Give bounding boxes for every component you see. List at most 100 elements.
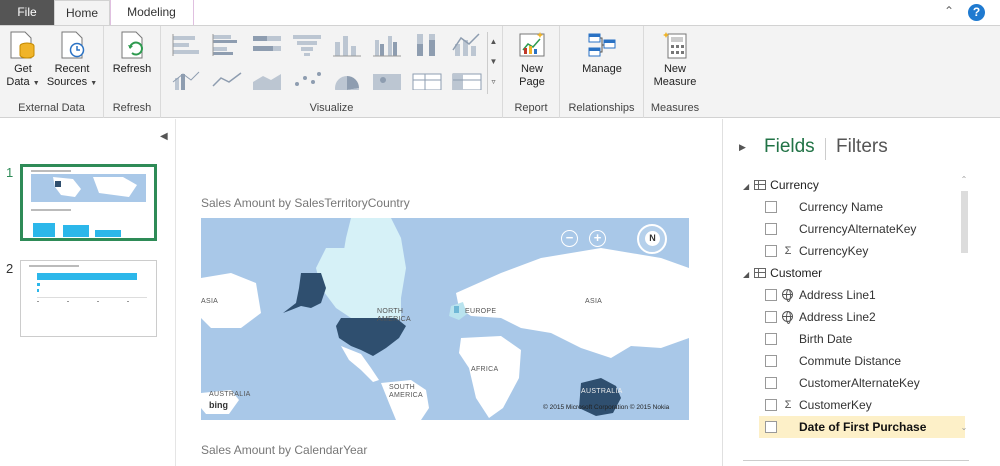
bing-logo: bing xyxy=(209,400,228,410)
field-currency-alternate-key[interactable]: CurrencyAlternateKey xyxy=(759,218,965,240)
dropdown-arrow-icon: ▼ xyxy=(90,80,98,87)
pie-chart-icon[interactable] xyxy=(329,70,365,90)
refresh-button[interactable]: Refresh xyxy=(109,30,155,76)
table-customer[interactable]: ◢ Customer xyxy=(743,262,822,284)
matrix-icon[interactable] xyxy=(449,70,485,90)
100-stacked-bar-chart-icon[interactable] xyxy=(249,32,285,58)
refresh-icon xyxy=(121,31,143,59)
line-and-column-chart-icon[interactable] xyxy=(449,32,485,58)
recent-sources-icon xyxy=(61,31,85,59)
database-icon xyxy=(10,31,35,59)
page-2-preview xyxy=(29,265,147,302)
collapse-pages-icon[interactable]: ◀ xyxy=(160,131,168,142)
funnel-chart-icon[interactable] xyxy=(289,32,325,58)
scatter-chart-icon[interactable] xyxy=(289,70,325,90)
field-label: Address Line1 xyxy=(799,288,876,302)
field-address-line2[interactable]: Address Line2 xyxy=(759,306,965,328)
tab-separator xyxy=(825,138,826,160)
field-checkbox[interactable] xyxy=(765,421,777,433)
help-icon[interactable]: ? xyxy=(968,4,985,21)
map-label-asia-left: ASIA xyxy=(201,298,219,305)
clustered-bar-chart-icon[interactable] xyxy=(209,32,245,58)
scroll-thumb[interactable] xyxy=(961,191,968,253)
map-icon[interactable] xyxy=(369,70,405,90)
tab-home[interactable]: Home xyxy=(54,0,110,26)
compass-icon[interactable]: N xyxy=(637,224,667,254)
sigma-icon: Σ xyxy=(784,399,792,411)
field-checkbox[interactable] xyxy=(765,355,777,367)
field-checkbox[interactable] xyxy=(765,399,777,411)
collapse-triangle-icon[interactable]: ◢ xyxy=(743,270,749,279)
map-copyright: © 2015 Microsoft Corporation © 2015 Noki… xyxy=(543,404,670,411)
compass-north-label: N xyxy=(645,231,660,246)
line-clustered-column-icon[interactable] xyxy=(169,70,205,90)
table-name: Customer xyxy=(770,266,823,280)
new-page-button[interactable]: New Page xyxy=(511,30,553,89)
map-label-africa: AFRICA xyxy=(471,366,499,373)
scroll-down-icon[interactable]: ⌄ xyxy=(959,423,969,432)
fields-scrollbar[interactable]: ⌃ ⌄ xyxy=(959,175,969,445)
field-checkbox[interactable] xyxy=(765,223,777,235)
new-measure-button[interactable]: New Measure xyxy=(649,30,701,89)
group-label-report: Report xyxy=(514,102,548,114)
field-checkbox[interactable] xyxy=(765,377,777,389)
stacked-bar-chart-icon[interactable] xyxy=(169,32,205,58)
new-page-line2: Page xyxy=(519,76,545,88)
scroll-up-icon[interactable]: ⌃ xyxy=(959,175,969,184)
visual-title-calendar-year: Sales Amount by CalendarYear xyxy=(201,443,368,457)
get-data-line1: Get xyxy=(14,63,32,75)
new-measure-line2: Measure xyxy=(653,76,697,88)
collapse-triangle-icon[interactable]: ◢ xyxy=(743,182,749,191)
visual-title-map: Sales Amount by SalesTerritoryCountry xyxy=(201,196,410,210)
power-bi-desktop-window: File Home Modeling ⌃ ? Get Data ▼ Recent… xyxy=(0,0,1000,466)
get-data-button[interactable]: Get Data ▼ xyxy=(4,30,42,90)
map-label-australia-left: AUSTRALIA xyxy=(209,391,251,398)
map-visual[interactable]: ASIA NORTH AMERICA EUROPE ASIA AFRICA SO… xyxy=(201,218,689,420)
page-thumbnail-2[interactable] xyxy=(20,260,157,337)
100-stacked-column-chart-icon[interactable] xyxy=(409,32,445,58)
clustered-column-chart-icon[interactable] xyxy=(369,32,405,58)
group-refresh: Refresh Refresh xyxy=(104,26,161,118)
collapse-ribbon-icon[interactable]: ⌃ xyxy=(944,4,954,18)
recent-sources-button[interactable]: Recent Sources ▼ xyxy=(46,30,98,90)
expand-pane-icon[interactable]: ▶ xyxy=(739,142,746,153)
gallery-more-icon[interactable]: ▿ xyxy=(488,72,499,92)
map-label-europe: EUROPE xyxy=(465,308,497,315)
field-date-of-first-purchase[interactable]: Date of First Purchase xyxy=(759,416,965,438)
table-currency[interactable]: ◢ Currency xyxy=(743,174,819,196)
field-customer-alternate-key[interactable]: CustomerAlternateKey xyxy=(759,372,965,394)
field-currency-name[interactable]: Currency Name xyxy=(759,196,965,218)
pages-panel: ◀ 1 2 xyxy=(0,119,176,466)
manage-label: Manage xyxy=(582,63,622,75)
field-customer-key[interactable]: Σ CustomerKey xyxy=(759,394,965,416)
zoom-in-button[interactable]: + xyxy=(589,230,606,247)
field-commute-distance[interactable]: Commute Distance xyxy=(759,350,965,372)
gallery-down-icon[interactable]: ▼ xyxy=(488,52,499,72)
zoom-out-button[interactable]: − xyxy=(561,230,578,247)
gallery-scroll[interactable]: ▲ ▼ ▿ xyxy=(487,32,499,94)
field-label: Commute Distance xyxy=(799,354,902,368)
field-checkbox[interactable] xyxy=(765,201,777,213)
table-visual-icon[interactable] xyxy=(409,70,445,90)
tab-file[interactable]: File xyxy=(0,0,54,25)
gallery-up-icon[interactable]: ▲ xyxy=(488,32,499,52)
field-address-line1[interactable]: Address Line1 xyxy=(759,284,965,306)
tab-filters[interactable]: Filters xyxy=(836,136,888,158)
line-chart-icon[interactable] xyxy=(209,70,245,90)
field-checkbox[interactable] xyxy=(765,289,777,301)
tab-modeling[interactable]: Modeling xyxy=(110,0,194,25)
field-birth-date[interactable]: Birth Date xyxy=(759,328,965,350)
field-label: CurrencyKey xyxy=(799,244,869,258)
tab-fields[interactable]: Fields xyxy=(764,136,815,158)
page-thumbnail-1[interactable] xyxy=(20,164,157,241)
stacked-column-chart-icon[interactable] xyxy=(329,32,365,58)
field-currency-key[interactable]: Σ CurrencyKey xyxy=(759,240,965,262)
area-chart-icon[interactable] xyxy=(249,70,285,90)
table-icon xyxy=(754,180,767,190)
manage-relationships-button[interactable]: Manage xyxy=(574,30,630,76)
field-checkbox[interactable] xyxy=(765,311,777,323)
field-checkbox[interactable] xyxy=(765,333,777,345)
group-label-external-data: External Data xyxy=(18,102,85,114)
field-checkbox[interactable] xyxy=(765,245,777,257)
new-page-icon xyxy=(519,32,545,57)
